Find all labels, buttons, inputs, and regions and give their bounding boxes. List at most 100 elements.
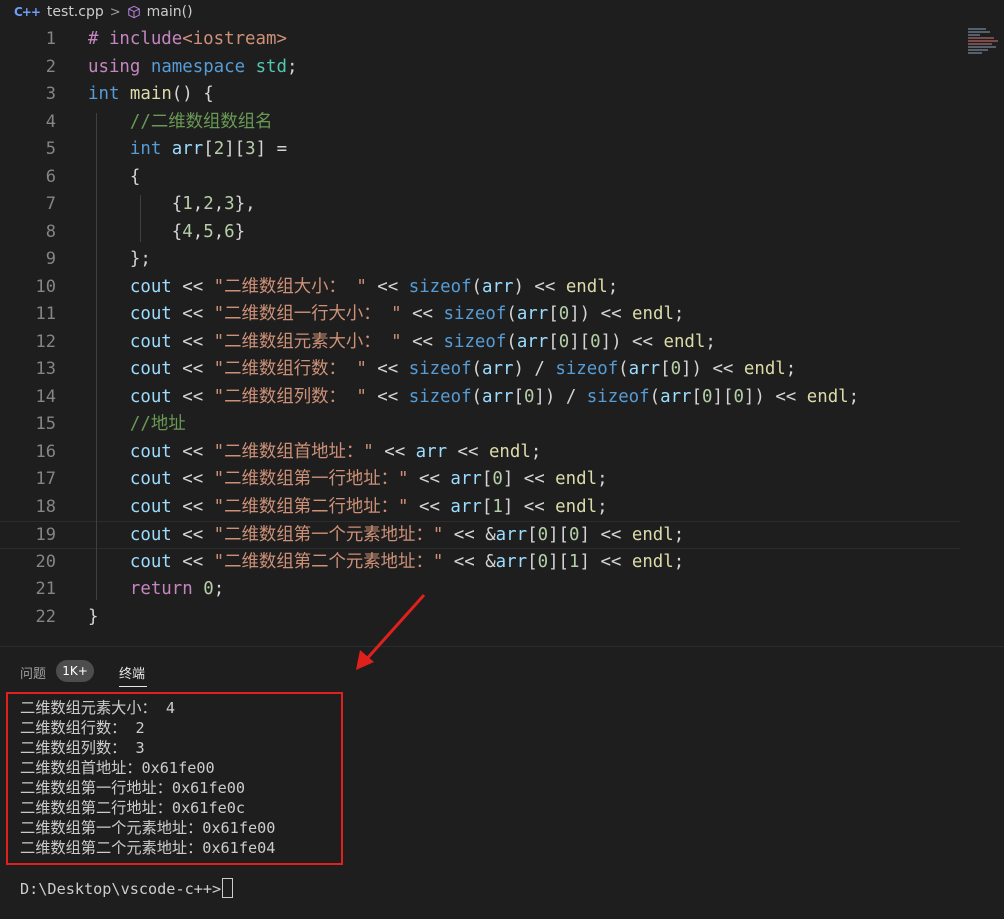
code-token: 0 xyxy=(702,386,713,407)
line-number: 1 xyxy=(45,29,56,49)
line-number: 17 xyxy=(35,469,56,489)
code-line[interactable]: 1 # include<iostream> xyxy=(0,26,960,54)
code-token: endl xyxy=(488,441,531,462)
code-line[interactable]: 5 int arr[2][3] = xyxy=(0,136,960,164)
code-line[interactable]: 9 }; xyxy=(0,246,960,274)
indent-guide xyxy=(96,112,97,600)
code-token: [ xyxy=(481,496,493,517)
tab-problems[interactable]: 问题 xyxy=(20,663,46,682)
code-token: ]) << xyxy=(569,304,633,324)
code-text: cout << "二维数组首地址：" << arr << endl; xyxy=(88,439,541,467)
code-line[interactable]: 12 cout << "二维数组元素大小： " << sizeof(arr[0]… xyxy=(0,329,960,357)
code-token: ( xyxy=(618,359,629,379)
code-line[interactable]: 8 {4,5,6} xyxy=(0,219,960,247)
code-token: << xyxy=(366,386,409,407)
terminal-cursor xyxy=(222,878,234,898)
code-token: int xyxy=(88,84,120,104)
code-line[interactable]: 11 cout << "二维数组一行大小： " << sizeof(arr[0]… xyxy=(0,301,960,329)
panel-divider xyxy=(0,646,1004,647)
code-token: cout xyxy=(129,359,172,379)
code-token: } xyxy=(234,221,246,242)
code-token: 0 xyxy=(569,525,580,545)
code-line[interactable]: 10 cout << "二维数组大小： " << sizeof(arr) << … xyxy=(0,274,960,302)
line-number: 21 xyxy=(35,579,56,599)
code-token: ; xyxy=(597,496,608,517)
code-token: << xyxy=(171,386,214,407)
code-line[interactable]: 18 cout << "二维数组第二行地址：" << arr[1] << end… xyxy=(0,494,960,522)
code-token: ] = xyxy=(255,139,288,159)
code-token: ; xyxy=(848,386,860,407)
code-token: "二维数组大小： " xyxy=(213,276,367,297)
breadcrumb-symbol[interactable]: main() xyxy=(147,4,193,20)
tab-terminal[interactable]: 终端 xyxy=(119,663,145,682)
code-token: cout xyxy=(129,304,172,324)
code-token: endl xyxy=(632,304,674,324)
code-token: 6 xyxy=(224,221,235,242)
breadcrumb-file[interactable]: test.cpp xyxy=(47,4,104,20)
terminal-prompt[interactable]: D:\Desktop\vscode-c++> xyxy=(20,878,234,899)
code-token: std xyxy=(255,56,287,77)
code-line[interactable]: 13 cout << "二维数组行数： " << sizeof(arr) / s… xyxy=(0,356,960,384)
code-token: int xyxy=(129,139,162,159)
code-token: [ xyxy=(548,304,559,324)
code-token: [ xyxy=(548,331,559,352)
code-line[interactable]: 17 cout << "二维数组第一行地址：" << arr[0] << end… xyxy=(0,466,960,494)
code-token: sizeof xyxy=(443,331,507,352)
code-line[interactable]: 21 return 0; xyxy=(0,576,960,604)
line-number: 6 xyxy=(45,166,56,187)
code-token: main xyxy=(129,84,172,104)
code-editor[interactable]: 1 # include<iostream> 2 using namespace std… xyxy=(0,26,1004,630)
code-token: 1 xyxy=(182,194,193,214)
line-number: 2 xyxy=(45,56,56,77)
code-token: endl xyxy=(565,276,608,297)
code-line[interactable]: 4 //二维数组数组名 xyxy=(0,109,960,137)
code-token: [ xyxy=(691,386,702,407)
code-token: << xyxy=(366,276,409,297)
code-line[interactable]: 15 //地址 xyxy=(0,411,960,439)
code-token: 0 xyxy=(670,359,682,379)
code-token: "二维数组行数： " xyxy=(213,359,367,379)
code-token: << xyxy=(366,359,409,379)
code-token: arr xyxy=(660,386,692,407)
code-line[interactable]: 20 cout << "二维数组第二个元素地址：" << &arr[0][1] … xyxy=(0,549,960,577)
code-token: [ xyxy=(660,359,671,379)
code-token: "二维数组元素大小： " xyxy=(213,331,402,352)
code-line[interactable]: 2 using namespace std; xyxy=(0,54,960,82)
code-token: using xyxy=(88,56,141,77)
code-token: << xyxy=(171,551,214,572)
code-token: << xyxy=(401,304,444,324)
code-token: << & xyxy=(443,525,496,545)
code-line[interactable]: 22} xyxy=(0,604,960,632)
code-token: ( xyxy=(506,331,517,352)
code-line[interactable]: 6 { xyxy=(0,164,960,192)
code-line[interactable]: 14 cout << "二维数组列数： " << sizeof(arr[0]) … xyxy=(0,384,960,412)
code-line[interactable]: 19 cout << "二维数组第一个元素地址：" << &arr[0][0] … xyxy=(0,521,960,549)
panel-tabs: 问题 1K+ 终端 xyxy=(0,656,1004,688)
code-line[interactable]: 16 cout << "二维数组首地址：" << arr << endl; xyxy=(0,439,960,467)
code-token: 0 xyxy=(537,551,549,572)
minimap[interactable] xyxy=(968,28,1002,68)
code-token: << & xyxy=(443,551,496,572)
code-text: {1,2,3}, xyxy=(88,191,256,219)
line-number: 22 xyxy=(35,606,56,627)
code-token: arr xyxy=(171,139,204,159)
code-token: << xyxy=(447,441,489,462)
line-number: 8 xyxy=(45,221,56,242)
code-token: ( xyxy=(649,386,661,407)
code-token: cout xyxy=(129,441,172,462)
code-token: << xyxy=(171,331,214,352)
code-line[interactable]: 3 int main() { xyxy=(0,81,960,109)
code-token: arr xyxy=(516,304,549,324)
code-line[interactable]: 7 {1,2,3}, xyxy=(0,191,960,219)
code-token: sizeof xyxy=(443,304,507,324)
code-token: sizeof xyxy=(586,386,650,407)
